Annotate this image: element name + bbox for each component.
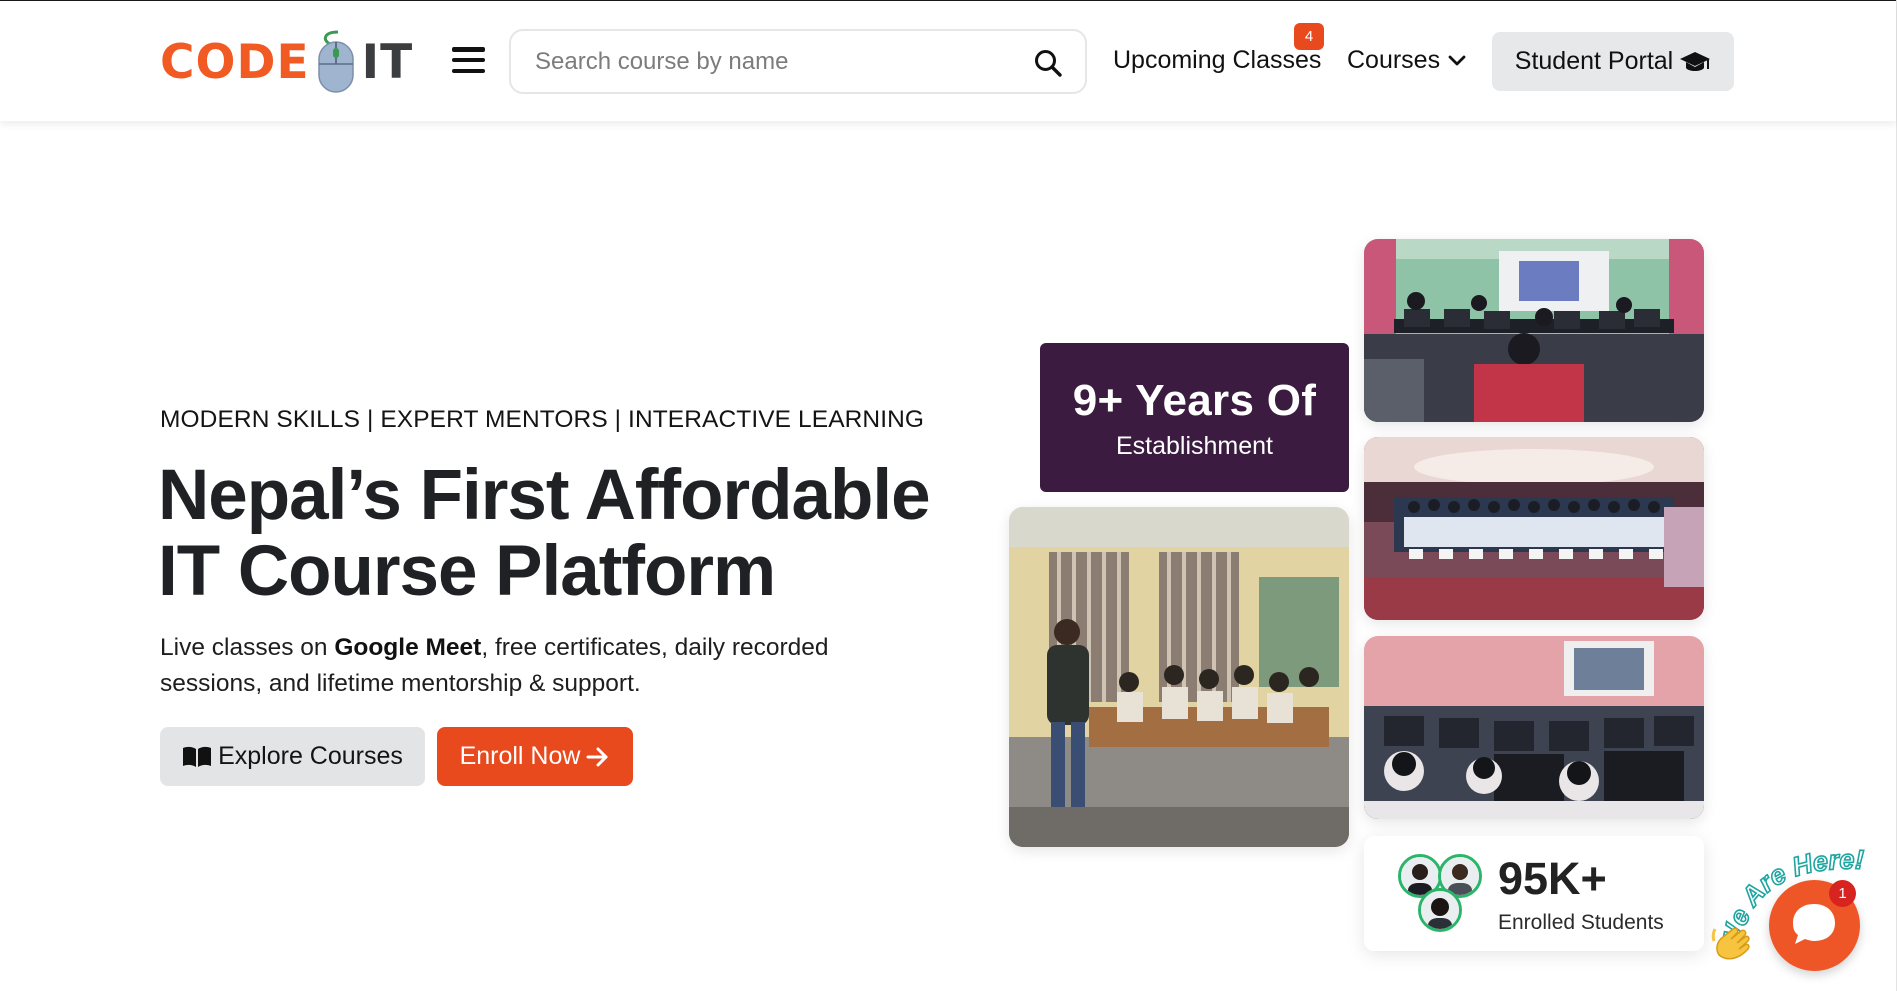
hero-description: Live classes on Google Meet, free certif…	[160, 630, 900, 702]
nav-upcoming-classes[interactable]: Upcoming Classes	[1113, 46, 1321, 75]
chevron-down-icon	[1448, 55, 1466, 65]
book-open-icon	[183, 746, 212, 767]
years-subtitle: Establishment	[1115, 432, 1274, 460]
computer-lab-photo	[1364, 636, 1704, 819]
students-count: 95K+	[1498, 853, 1607, 904]
course-search-box[interactable]	[509, 29, 1087, 94]
mouse-icon	[316, 30, 356, 94]
avatar	[1418, 888, 1462, 932]
arrow-right-icon	[586, 747, 608, 766]
student-portal-button[interactable]: Student Portal	[1492, 32, 1734, 91]
classroom-photo-1	[1364, 239, 1704, 422]
headline-line-2: IT Course Platform	[158, 532, 776, 611]
years-establishment-card: 9+ Years Of Establishment	[1040, 343, 1349, 492]
logo-it-text: IT	[361, 34, 414, 90]
instructor-classroom-photo	[1009, 507, 1349, 847]
code-it-logo[interactable]: CODE IT	[160, 29, 430, 95]
logo-code-text: CODE	[160, 34, 310, 90]
hero-headline: Nepal’s First Affordable IT Course Platf…	[158, 458, 958, 610]
student-portal-label: Student Portal	[1514, 47, 1674, 75]
hero-tagline: MODERN SKILLS | EXPERT MENTORS | INTERAC…	[160, 406, 925, 433]
enrolled-students-card: 95K+ Enrolled Students	[1364, 836, 1704, 951]
students-label: Enrolled Students	[1498, 911, 1664, 934]
explore-courses-label: Explore Courses	[218, 742, 403, 770]
search-icon[interactable]	[1033, 48, 1063, 78]
waving-hand-icon	[1711, 927, 1750, 960]
years-title: 9+ Years Of	[1072, 376, 1317, 425]
search-input[interactable]	[535, 41, 1015, 83]
upcoming-count-badge: 4	[1294, 23, 1324, 50]
enroll-now-button[interactable]: Enroll Now	[437, 727, 633, 786]
chat-unread-badge: 1	[1829, 880, 1856, 907]
nav-courses-label: Courses	[1347, 46, 1441, 74]
desc-google-meet: Google Meet	[334, 634, 482, 661]
student-avatars	[1398, 854, 1484, 934]
nav-courses-dropdown[interactable]: Courses	[1347, 46, 1467, 75]
hamburger-menu-icon[interactable]	[452, 47, 485, 74]
graduation-cap-icon	[1680, 51, 1711, 71]
group-ceremony-photo	[1364, 437, 1704, 620]
enroll-now-label: Enroll Now	[459, 742, 581, 770]
top-navbar: CODE IT Upcoming Classes 4 Courses	[0, 1, 1896, 121]
headline-line-1: Nepal’s First Affordable	[158, 456, 931, 535]
desc-part-1: Live classes on	[160, 634, 335, 661]
explore-courses-button[interactable]: Explore Courses	[160, 727, 425, 786]
